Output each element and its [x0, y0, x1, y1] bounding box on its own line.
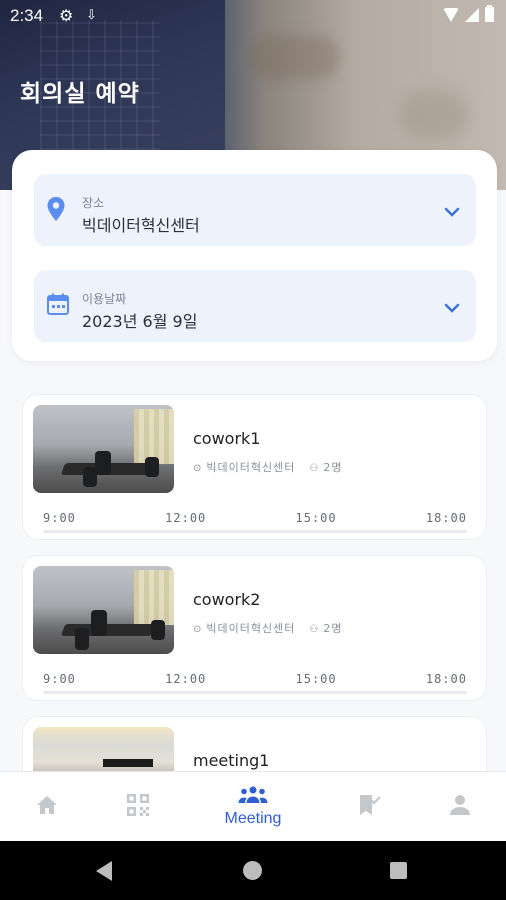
time-label: 15:00	[295, 511, 337, 525]
timeline-labels: 9:00 12:00 15:00 18:00	[43, 511, 467, 525]
timeline-bar	[43, 530, 467, 533]
location-pin-icon: ⊙	[193, 463, 203, 474]
room-capacity: 2명	[323, 461, 343, 474]
qr-code-icon	[126, 793, 150, 821]
timeline-labels: 9:00 12:00 15:00 18:00	[43, 672, 467, 686]
system-navigation-bar	[0, 841, 506, 900]
time-label: 18:00	[425, 672, 467, 686]
back-icon[interactable]	[96, 861, 112, 881]
time-label: 15:00	[295, 672, 337, 686]
location-value: 빅데이터혁신센터	[82, 216, 200, 235]
room-card-cowork2[interactable]: cowork2 ⊙ 빅데이터혁신센터 ⚇ 2명 9:00 12:00 15:00 1…	[22, 555, 487, 701]
download-icon: ⇩	[86, 7, 97, 22]
filter-card: 장소 빅데이터혁신센터 이용날짜 2023년 6월 9일	[12, 150, 497, 361]
room-name: meeting1	[193, 751, 270, 770]
location-pin-icon: ⊙	[193, 624, 203, 635]
nav-qr[interactable]	[93, 772, 183, 842]
time-label: 18:00	[425, 511, 467, 525]
room-capacity: 2명	[323, 622, 343, 635]
nav-meeting-label: Meeting	[224, 810, 282, 827]
page-title: 회의실 예약	[20, 81, 140, 107]
location-label: 장소	[82, 196, 105, 210]
room-meta: ⊙ 빅데이터혁신센터 ⚇ 2명	[193, 459, 342, 475]
app-screen: 회의실 예약 2:34 ⚙ ⇩ 장소 빅데이터혁신센터 이용날짜 2023년 6…	[0, 0, 506, 900]
people-icon: ⚇	[309, 463, 320, 474]
location-pin-icon	[46, 196, 66, 226]
room-location: 빅데이터혁신센터	[206, 622, 296, 635]
chevron-down-icon[interactable]	[444, 298, 460, 317]
nav-bookmarks[interactable]	[324, 772, 414, 842]
time-label: 12:00	[165, 672, 207, 686]
person-icon	[449, 794, 471, 820]
room-photo	[33, 566, 174, 654]
room-location: 빅데이터혁신센터	[206, 461, 296, 474]
nav-meeting[interactable]: Meeting	[208, 772, 298, 842]
nav-home[interactable]	[2, 772, 92, 842]
recent-apps-icon[interactable]	[390, 862, 407, 879]
time-label: 12:00	[165, 511, 207, 525]
cellular-signal-icon	[465, 7, 479, 22]
home-icon	[35, 794, 59, 820]
bookmark-check-icon	[357, 793, 381, 821]
settings-icon: ⚙	[59, 8, 74, 25]
people-icon	[238, 786, 268, 808]
home-circle-icon[interactable]	[243, 861, 262, 880]
room-name: cowork1	[193, 429, 261, 448]
status-bar: 2:34 ⚙ ⇩	[0, 0, 506, 32]
bottom-navigation: Meeting	[0, 771, 506, 841]
timeline-bar	[43, 691, 467, 694]
status-time: 2:34	[10, 6, 44, 25]
nav-profile[interactable]	[415, 772, 505, 842]
room-card-cowork1[interactable]: cowork1 ⊙ 빅데이터혁신센터 ⚇ 2명 9:00 12:00 15:00 1…	[22, 394, 487, 540]
time-label: 9:00	[43, 511, 76, 525]
wifi-icon	[443, 7, 459, 22]
time-label: 9:00	[43, 672, 76, 686]
battery-icon	[485, 5, 494, 22]
room-name: cowork2	[193, 590, 261, 609]
people-icon: ⚇	[309, 624, 320, 635]
date-label: 이용날짜	[82, 292, 127, 306]
date-select[interactable]: 이용날짜 2023년 6월 9일	[34, 270, 476, 342]
room-photo	[33, 405, 174, 493]
room-meta: ⊙ 빅데이터혁신센터 ⚇ 2명	[193, 620, 342, 636]
chevron-down-icon[interactable]	[444, 202, 460, 221]
date-value: 2023년 6월 9일	[82, 312, 198, 331]
calendar-icon	[46, 292, 70, 320]
location-select[interactable]: 장소 빅데이터혁신센터	[34, 174, 476, 246]
